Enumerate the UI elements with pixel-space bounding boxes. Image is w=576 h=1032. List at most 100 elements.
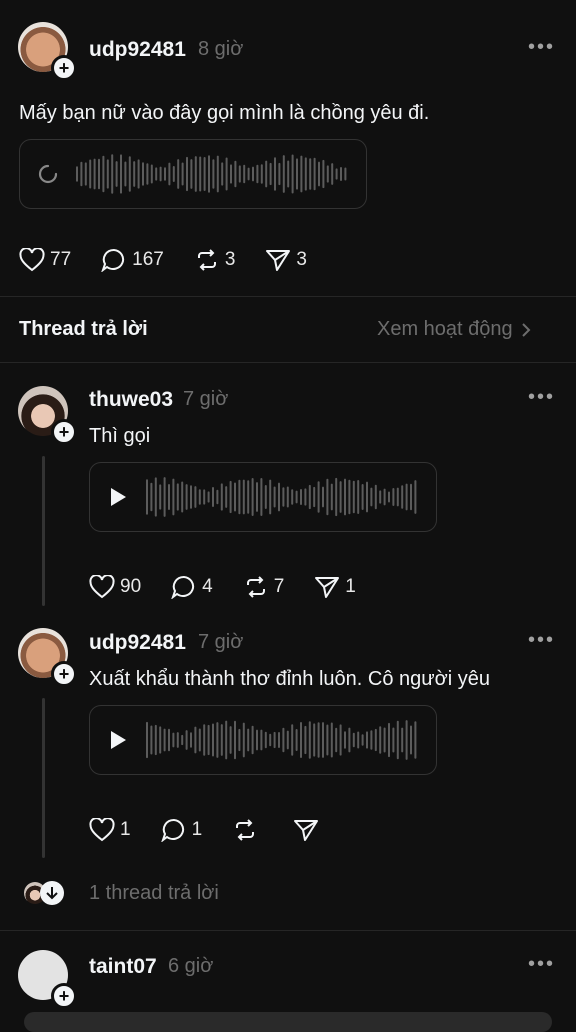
waveform-bar	[286, 730, 289, 750]
more-icon[interactable]: •••	[528, 386, 555, 409]
waveform-bar	[221, 162, 224, 186]
waveform-bar	[388, 491, 390, 503]
like-count: 90	[120, 576, 142, 597]
waveform-bar	[247, 480, 250, 514]
waveform-bar	[247, 167, 250, 181]
waveform-bar	[405, 483, 408, 511]
bottom-bar	[24, 1012, 552, 1032]
follow-plus-icon[interactable]: +	[51, 55, 77, 81]
waveform-bar	[330, 722, 333, 758]
waveform-bar	[296, 158, 298, 190]
waveform-bar	[199, 156, 202, 192]
waveform-bar	[379, 726, 382, 754]
more-icon[interactable]: •••	[528, 36, 555, 59]
repost-button[interactable]: 3	[194, 248, 236, 272]
waveform-bar	[335, 168, 338, 180]
waveform-bar	[207, 724, 210, 756]
waveform-bar	[168, 483, 170, 511]
reply-actions: 90 4 7 1	[89, 575, 386, 599]
waveform-bar	[150, 725, 153, 755]
share-button[interactable]: 1	[314, 575, 356, 599]
share-count: 1	[345, 576, 356, 597]
waveform-bar	[102, 155, 105, 193]
waveform-bar	[203, 724, 206, 756]
play-icon[interactable]	[108, 730, 128, 750]
play-icon[interactable]	[108, 487, 128, 507]
waveform-bar	[150, 164, 153, 184]
waveform-bar	[115, 161, 118, 187]
waveform-bar	[361, 734, 364, 746]
follow-plus-icon[interactable]: +	[51, 983, 77, 1009]
waveform-bar	[317, 481, 320, 513]
waveform-bar	[278, 731, 280, 749]
waveform-bar	[168, 162, 171, 186]
audio-player[interactable]	[89, 705, 437, 775]
waveform-bar	[176, 732, 179, 748]
send-icon	[315, 577, 340, 598]
more-icon[interactable]: •••	[528, 953, 555, 976]
waveform-bar	[256, 729, 258, 751]
share-button[interactable]: 3	[265, 248, 307, 272]
waveform-bar	[208, 155, 210, 193]
heart-icon	[89, 818, 115, 842]
waveform-bar	[339, 724, 342, 756]
waveform-bar	[229, 726, 232, 754]
audio-player[interactable]	[89, 462, 437, 532]
waveform-bar	[269, 733, 272, 747]
like-button[interactable]: 90	[89, 575, 141, 599]
waveform-bar	[76, 166, 78, 182]
repost-button[interactable]: 7	[243, 575, 284, 599]
reply-time: 7 giờ	[198, 631, 244, 653]
post-username[interactable]: udp92481	[89, 38, 186, 62]
waveform-bar	[216, 155, 219, 193]
repost-button[interactable]	[232, 818, 263, 842]
waveform-bar	[198, 489, 201, 505]
waveform-bar	[185, 730, 188, 750]
waveform-bar	[234, 160, 237, 188]
share-button[interactable]	[293, 818, 324, 842]
waveform-bar	[230, 164, 232, 184]
reply-button[interactable]: 167	[101, 248, 164, 272]
waveform-bar	[256, 164, 259, 184]
heart-icon	[19, 248, 45, 272]
waveform-bar	[410, 725, 412, 755]
audio-waveform	[146, 477, 417, 517]
waveform-bar	[216, 489, 219, 505]
more-thread-link[interactable]: 1 thread trả lời	[89, 882, 219, 905]
waveform-bar	[274, 157, 276, 191]
like-button[interactable]: 77	[19, 248, 71, 272]
divider	[0, 362, 576, 363]
follow-plus-icon[interactable]: +	[51, 419, 77, 445]
waveform-bar	[348, 479, 351, 515]
waveform-bar	[154, 477, 157, 517]
waveform-bar	[366, 731, 368, 749]
audio-player[interactable]	[19, 139, 367, 209]
reply-username[interactable]: udp92481	[89, 631, 186, 655]
waveform-bar	[313, 157, 316, 191]
repost-icon	[197, 249, 216, 271]
like-button[interactable]: 1	[89, 818, 131, 842]
waveform-bar	[304, 157, 307, 191]
waveform-bar	[300, 722, 302, 758]
waveform-bar	[159, 484, 162, 510]
waveform-bar	[278, 482, 280, 512]
reply-username[interactable]: thuwe03	[89, 388, 173, 412]
waveform-bar	[220, 483, 223, 511]
repost-icon	[236, 819, 255, 841]
reply-button[interactable]: 4	[171, 575, 213, 599]
waveform-bar	[313, 486, 316, 508]
repost-count: 3	[224, 249, 236, 270]
waveform-bar	[89, 159, 92, 189]
view-activity-link[interactable]: Xem hoạt động	[377, 318, 531, 341]
more-icon[interactable]: •••	[528, 629, 555, 652]
waveform-bar	[172, 166, 175, 182]
waveform-bar	[264, 731, 267, 749]
reply-button[interactable]: 1	[160, 818, 202, 842]
waveform-bar	[106, 159, 109, 189]
next-username[interactable]: taint07	[89, 955, 157, 979]
waveform-bar	[388, 722, 390, 758]
send-icon	[294, 820, 319, 841]
post-time: 8 giờ	[198, 38, 244, 60]
follow-plus-icon[interactable]: +	[51, 661, 77, 687]
waveform-bar	[335, 477, 338, 517]
